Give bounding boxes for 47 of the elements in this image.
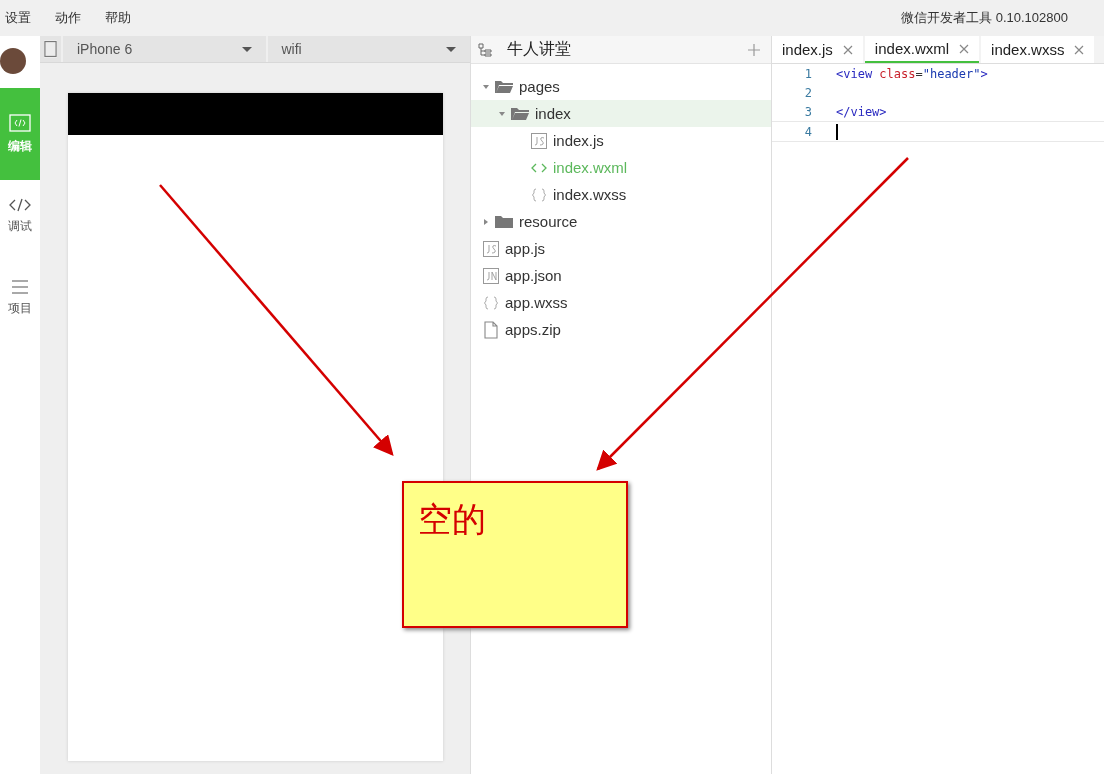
tree-item[interactable]: pages — [471, 73, 771, 100]
file-type-icon — [483, 267, 499, 284]
caret-icon — [241, 46, 252, 52]
tree-item[interactable]: app.js — [471, 235, 771, 262]
close-icon[interactable] — [842, 44, 853, 55]
triangle-icon — [499, 110, 505, 117]
close-icon[interactable] — [959, 43, 970, 54]
code-line: </view> — [836, 104, 887, 119]
file-icon — [483, 320, 499, 339]
menu-icon — [11, 279, 29, 294]
curly-braces-icon — [483, 295, 499, 310]
triangle-icon — [483, 83, 489, 90]
curly-braces-icon — [531, 187, 547, 202]
tree-item[interactable]: apps.zip — [471, 316, 771, 343]
tree-item[interactable]: app.wxss — [471, 289, 771, 316]
tree-structure-icon[interactable] — [477, 41, 493, 58]
code-box-icon — [9, 113, 31, 132]
project-name: 牛人讲堂 — [507, 39, 571, 59]
open-folder-icon — [495, 79, 513, 94]
tree-item[interactable]: index — [471, 100, 771, 127]
menu-item[interactable]: 动作 — [55, 9, 81, 27]
code-line: <view class="header"> — [836, 66, 988, 81]
line-number: 1 — [803, 66, 813, 81]
tree-item[interactable]: app.json — [471, 262, 771, 289]
caret-icon — [446, 46, 456, 52]
code-icon — [9, 197, 31, 212]
tree-item[interactable]: resource — [471, 208, 771, 235]
phone-icon[interactable] — [44, 40, 57, 58]
menu-item[interactable]: 帮助 — [105, 9, 131, 27]
file-type-icon — [531, 132, 547, 149]
file-tab[interactable]: index.wxss — [981, 36, 1095, 63]
file-tab[interactable]: index.wxml — [864, 36, 980, 63]
line-number: 2 — [803, 85, 813, 100]
line-number: 3 — [803, 104, 813, 119]
tree-item[interactable]: index.wxss — [471, 181, 771, 208]
note-text: 空的 — [418, 499, 486, 539]
tree-item[interactable]: index.js — [471, 127, 771, 154]
file-type-icon — [483, 240, 499, 257]
line-number: 4 — [803, 124, 813, 139]
window-title: 微信开发者工具 0.10.102800 — [901, 9, 1068, 27]
close-icon[interactable] — [1074, 44, 1085, 55]
folder-icon — [495, 214, 513, 229]
avatar-circle[interactable] — [0, 48, 26, 74]
open-folder-icon — [511, 106, 529, 121]
triangle-icon — [483, 218, 489, 225]
menu-item[interactable]: 设置 — [5, 9, 31, 27]
file-tab[interactable]: index.js — [772, 36, 863, 63]
